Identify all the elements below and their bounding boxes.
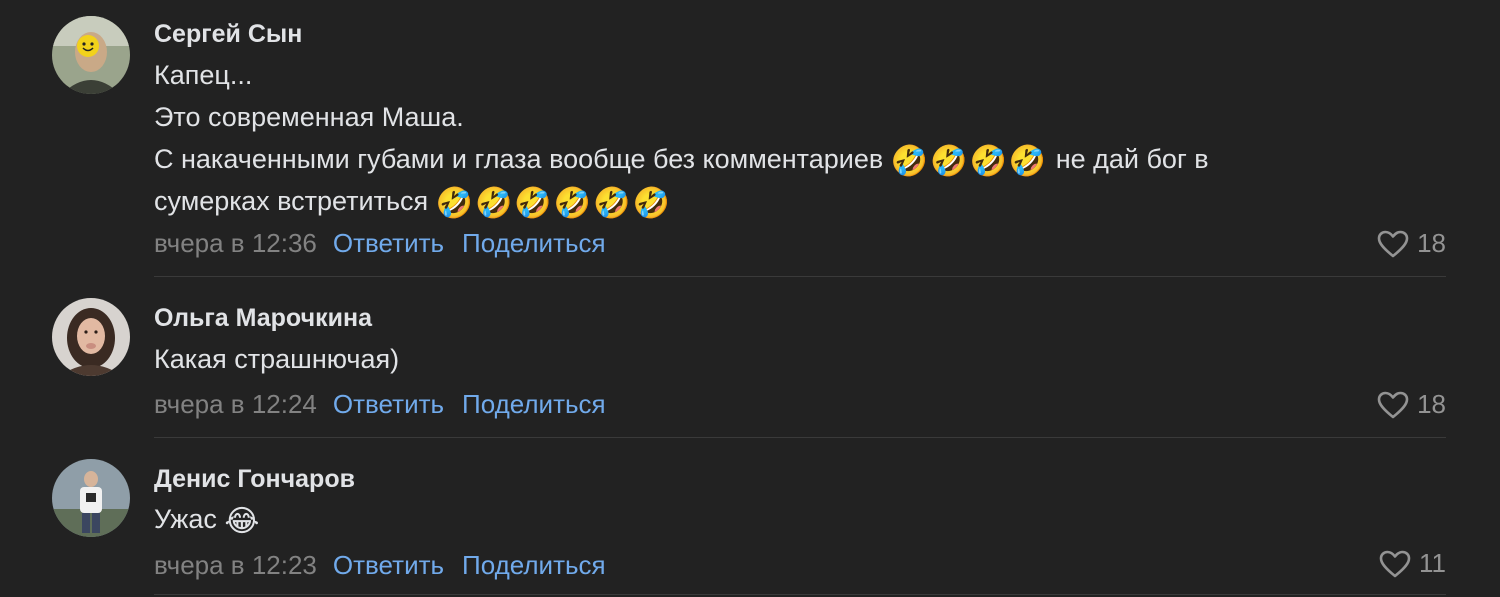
avatar[interactable] <box>52 459 130 537</box>
heart-icon <box>1377 230 1409 257</box>
like-count: 11 <box>1419 548 1446 578</box>
comment-text-line: С накаченными губами и глаза вообще без … <box>154 138 1414 180</box>
reply-button[interactable]: Ответить <box>333 389 444 419</box>
comment-author[interactable]: Денис Гончаров <box>154 465 355 494</box>
comment-time[interactable]: вчера в 12:36 <box>154 228 317 258</box>
heart-icon <box>1377 391 1409 418</box>
like-count: 18 <box>1417 228 1446 258</box>
comment-meta: вчера в 12:23 Ответить Поделиться <box>154 550 606 581</box>
divider <box>154 594 1446 595</box>
comment-text-line: сумеркax встретиться 🤣🤣🤣🤣🤣🤣 <box>154 180 1414 222</box>
like-button[interactable]: 18 <box>1377 389 1446 420</box>
heart-icon <box>1379 550 1411 577</box>
comment-meta: вчера в 12:24 Ответить Поделиться <box>154 389 606 420</box>
comment-text: Ужас 😂 <box>154 498 1414 540</box>
tears-of-joy-emoji-icon: 😂 <box>224 505 262 538</box>
like-button[interactable]: 18 <box>1377 228 1446 259</box>
like-button[interactable]: 11 <box>1379 548 1446 579</box>
avatar-woman-image <box>52 298 130 376</box>
rofl-emoji-icon: 🤣🤣🤣🤣🤣🤣 <box>435 187 672 220</box>
comment-text-line: Это современная Маша. <box>154 102 464 132</box>
divider <box>154 276 1446 277</box>
comment-text-span: Ужас <box>154 504 217 534</box>
comment-time[interactable]: вчера в 12:23 <box>154 550 317 580</box>
share-button[interactable]: Поделиться <box>462 389 606 419</box>
comments-list: Сергей Сын Капец... Это современная Маша… <box>0 0 1500 597</box>
avatar[interactable] <box>52 298 130 376</box>
comment-text-span: С накаченными губами и глаза вообще без … <box>154 144 884 174</box>
avatar-man-image <box>52 459 130 537</box>
comment-author[interactable]: Ольга Марочкина <box>154 304 372 333</box>
comment-meta: вчера в 12:36 Ответить Поделиться <box>154 228 606 259</box>
comment-text-line: Какая страшнючая) <box>154 344 400 374</box>
reply-button[interactable]: Ответить <box>333 228 444 258</box>
comment-text: Какая страшнючая) <box>154 338 1414 380</box>
comment-text-span: не дай бог в <box>1055 144 1209 174</box>
comment-text-line: Ужас 😂 <box>154 498 1414 540</box>
avatar[interactable] <box>52 16 130 94</box>
comment-text: Капец... Это современная Маша. С накачен… <box>154 54 1414 222</box>
comment-text-line: Капец... <box>154 60 253 90</box>
share-button[interactable]: Поделиться <box>462 550 606 580</box>
avatar-smiley-image <box>52 16 130 94</box>
share-button[interactable]: Поделиться <box>462 228 606 258</box>
like-count: 18 <box>1417 389 1446 419</box>
comment-author[interactable]: Сергей Сын <box>154 20 302 49</box>
comment-text-span: сумеркax встретиться <box>154 186 429 216</box>
reply-button[interactable]: Ответить <box>333 550 444 580</box>
comment-time[interactable]: вчера в 12:24 <box>154 389 317 419</box>
rofl-emoji-icon: 🤣🤣🤣🤣 <box>890 145 1049 178</box>
divider <box>154 437 1446 438</box>
